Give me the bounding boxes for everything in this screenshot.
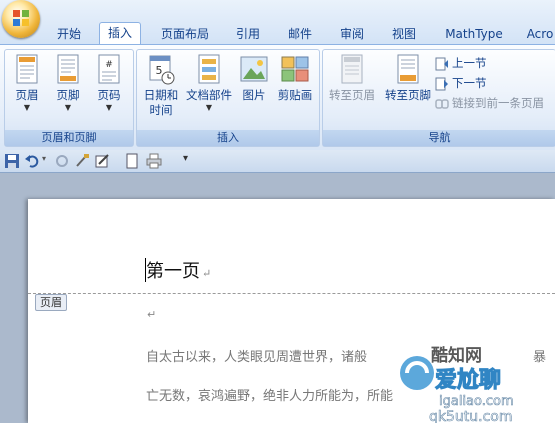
- svg-text:5: 5: [156, 64, 163, 77]
- page-number-icon: #: [98, 54, 120, 84]
- group-label-insert: 插入: [137, 130, 319, 146]
- customize-toolbar-icon[interactable]: ▾: [183, 153, 188, 164]
- watermark-url-1: igaliao.com: [439, 394, 514, 409]
- ribbon-tab-bar: 开始 插入 页面布局 引用 邮件 审阅 视图 MathType Acro: [0, 0, 555, 45]
- body-line-2[interactable]: 亡无数，哀鸿遍野，绝非人力所能为，所能: [146, 385, 393, 404]
- chevron-down-icon: ▼: [23, 103, 31, 112]
- tab-mathtype[interactable]: MathType: [438, 24, 510, 44]
- tab-view[interactable]: 视图: [384, 24, 424, 44]
- body-line-1-text: 自太古以来，人类眼见周遭世界，诸般: [146, 350, 368, 365]
- previous-section-label: 上一节: [452, 56, 487, 70]
- watermark-logo: 酷知网 爱尬聊 igaliao.com qk5utu.com: [400, 345, 514, 423]
- paragraph-mark: ↵: [147, 308, 157, 321]
- office-button[interactable]: [2, 0, 40, 38]
- group-header-footer: 页眉 ▼ 页脚 ▼ # 页码 ▼ 页眉和页脚: [4, 49, 134, 147]
- tab-page-layout[interactable]: 页面布局: [152, 24, 218, 44]
- undo-icon[interactable]: [24, 153, 40, 169]
- chevron-down-icon: ▼: [64, 103, 72, 112]
- document-parts-label: 文档部件: [186, 88, 232, 102]
- link-to-previous-label: 链接到前一条页眉: [452, 96, 544, 110]
- watermark-title-mid: 爱尬聊: [435, 367, 501, 393]
- header-tag[interactable]: 页眉: [35, 294, 67, 311]
- chevron-down-icon: ▼: [105, 103, 113, 112]
- group-label-header-footer: 页眉和页脚: [5, 130, 133, 146]
- new-document-icon[interactable]: [124, 153, 140, 169]
- print-icon[interactable]: [146, 153, 162, 169]
- tab-acrobat[interactable]: Acro: [522, 24, 555, 44]
- link-icon: [435, 98, 449, 109]
- redo-icon[interactable]: [54, 153, 70, 169]
- goto-header-label: 转至页眉: [329, 88, 375, 102]
- office-logo-icon: [13, 10, 29, 26]
- paragraph-mark: ↵: [202, 267, 212, 280]
- watermark-title-top: 酷知网: [431, 345, 482, 366]
- footer-button[interactable]: 页脚 ▼: [49, 54, 87, 112]
- picture-label: 图片: [242, 88, 266, 102]
- clipart-button[interactable]: 剪贴画: [273, 54, 317, 103]
- calendar-clock-icon: 5: [149, 55, 175, 85]
- goto-header-icon: [341, 54, 363, 84]
- clipart-icon: [281, 56, 309, 82]
- goto-footer-label: 转至页脚: [385, 88, 431, 102]
- ribbon-panel: 页眉 ▼ 页脚 ▼ # 页码 ▼ 页眉和页脚 5 日期和 时间 文档部件 ▼ 图…: [0, 44, 555, 151]
- next-section-button[interactable]: 下一节: [435, 74, 487, 92]
- page-number-button[interactable]: # 页码 ▼: [90, 54, 128, 112]
- page-heading-text: 第一页: [146, 261, 200, 282]
- date-time-label-line1: 日期和: [143, 88, 179, 102]
- svg-text:#: #: [105, 60, 113, 70]
- page-number-button-label: 页码: [97, 88, 121, 102]
- header-boundary-line: [28, 293, 555, 294]
- header-icon: [16, 54, 38, 84]
- tab-review[interactable]: 审阅: [332, 24, 372, 44]
- tab-insert[interactable]: 插入: [99, 22, 141, 45]
- body-line-2-text: 亡无数，哀鸿遍野，绝非人力所能为，所能: [146, 389, 394, 404]
- body-line-1[interactable]: 自太古以来，人类眼见周遭世界，诸般: [146, 346, 367, 365]
- picture-button[interactable]: 图片: [237, 54, 271, 103]
- page-heading[interactable]: 第一页 ↵: [146, 257, 211, 283]
- picture-icon: [240, 56, 268, 82]
- format-painter-icon[interactable]: [74, 153, 90, 169]
- quick-access-toolbar: ▾ ▾: [0, 150, 555, 173]
- tab-home[interactable]: 开始: [50, 24, 88, 44]
- date-time-label-line2: 时间: [149, 103, 173, 117]
- header-button[interactable]: 页眉 ▼: [8, 54, 46, 112]
- next-section-icon: [435, 77, 448, 90]
- tab-mailings[interactable]: 邮件: [280, 24, 320, 44]
- document-parts-icon: [198, 54, 220, 84]
- group-label-navigation: 导航: [323, 130, 555, 146]
- undo-dropdown-icon[interactable]: ▾: [42, 154, 46, 163]
- goto-footer-button[interactable]: 转至页脚: [381, 54, 435, 103]
- clipart-label: 剪贴画: [277, 88, 313, 102]
- link-to-previous-button[interactable]: 链接到前一条页眉: [435, 94, 544, 112]
- tab-references[interactable]: 引用: [226, 24, 270, 44]
- group-insert: 5 日期和 时间 文档部件 ▼ 图片 剪贴画 插入: [136, 49, 320, 147]
- header-button-label: 页眉: [15, 88, 39, 102]
- footer-icon: [57, 54, 79, 84]
- chevron-down-icon: ▼: [205, 103, 213, 112]
- next-section-label: 下一节: [452, 76, 487, 90]
- footer-button-label: 页脚: [56, 88, 80, 102]
- document-parts-button[interactable]: 文档部件 ▼: [183, 54, 235, 112]
- previous-section-button[interactable]: 上一节: [435, 54, 487, 72]
- group-navigation: 转至页眉 转至页脚 上一节 下一节 链接到前一条页眉 导航: [322, 49, 555, 147]
- goto-footer-icon: [397, 54, 419, 84]
- previous-section-icon: [435, 57, 448, 70]
- edit-icon[interactable]: [94, 153, 110, 169]
- watermark-url-2: qk5utu.com: [429, 409, 513, 423]
- save-icon[interactable]: [4, 153, 20, 169]
- date-time-button[interactable]: 5 日期和 时间: [139, 54, 183, 118]
- goto-header-button[interactable]: 转至页眉: [325, 54, 379, 103]
